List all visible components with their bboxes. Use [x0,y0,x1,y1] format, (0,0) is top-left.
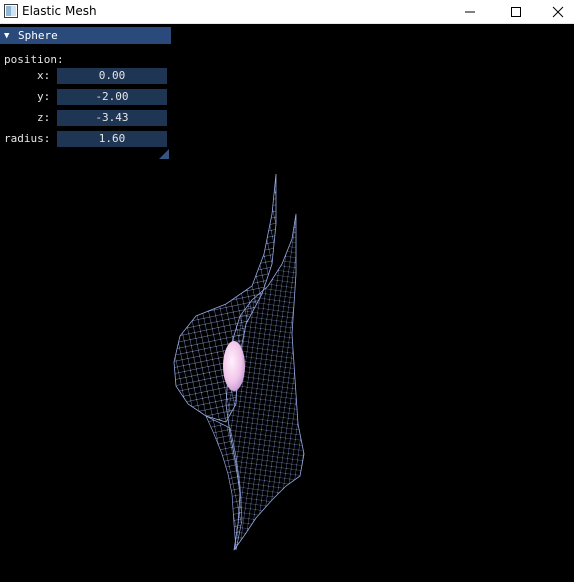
z-label: z: [37,111,51,124]
panel-resize-grip[interactable] [159,149,169,159]
minimize-icon [465,11,475,13]
minimize-button[interactable] [448,0,492,24]
x-label: x: [37,69,51,82]
radius-field[interactable]: 1.60 [57,131,167,147]
close-button[interactable] [536,0,574,24]
app-icon [4,4,18,18]
panel-title: Sphere [18,29,58,42]
z-field[interactable]: -3.43 [57,110,167,126]
close-icon [552,6,564,18]
y-field[interactable]: -2.00 [57,89,167,105]
sphere-panel-header[interactable]: ▼ Sphere [0,27,171,44]
radius-label: radius: [4,132,51,145]
position-label: position: [4,53,64,66]
render-viewport[interactable]: ▼ Sphere position: x: 0.00 y: -2.00 z: -… [0,24,574,582]
window-titlebar[interactable]: Elastic Mesh [0,0,574,24]
sphere [223,341,245,391]
triangle-down-icon[interactable]: ▼ [4,31,13,41]
maximize-button[interactable] [494,0,538,24]
maximize-icon [511,7,521,17]
sphere-panel: ▼ Sphere position: x: 0.00 y: -2.00 z: -… [0,27,171,161]
x-field[interactable]: 0.00 [57,68,167,84]
y-label: y: [37,90,51,103]
window-title: Elastic Mesh [22,4,97,18]
